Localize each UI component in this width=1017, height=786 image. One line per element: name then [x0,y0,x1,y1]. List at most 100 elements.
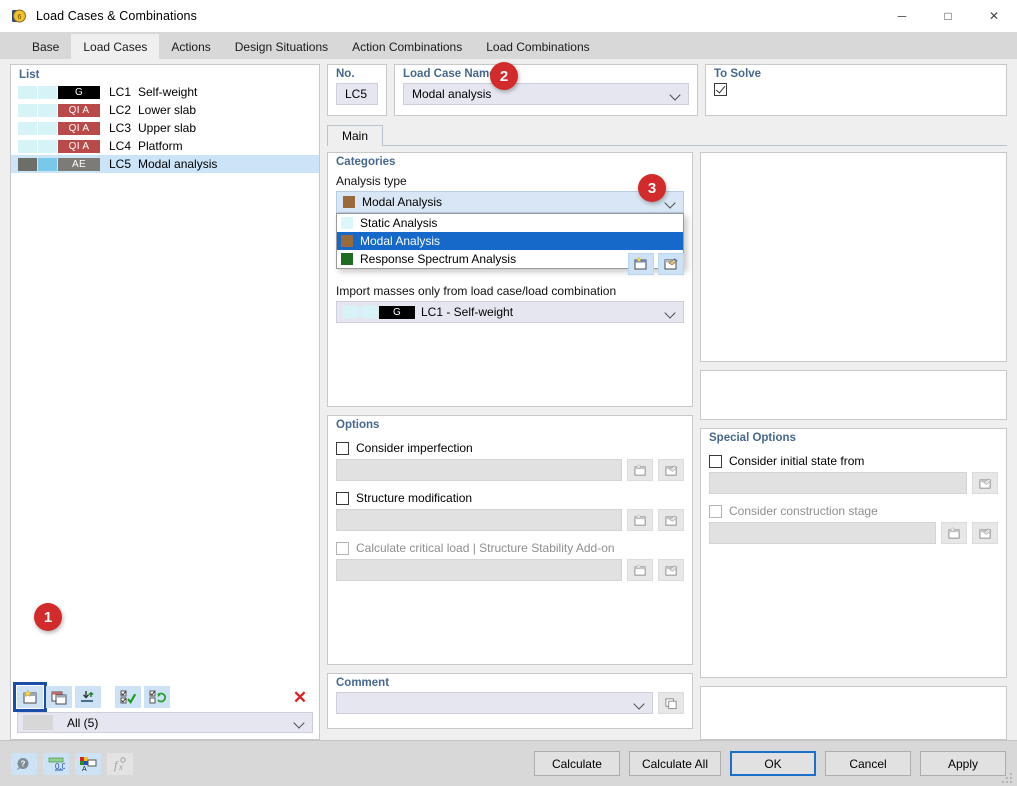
list-filter-combo[interactable]: All (5) [17,712,313,733]
import-swatch-1 [343,306,359,318]
row-action-badge: QI A [58,139,100,153]
row-swatch-2 [38,85,57,99]
edit-construction-stage-button[interactable] [972,522,998,544]
units-icon[interactable]: 0,00 [43,752,69,775]
consider-initial-state-field[interactable] [709,472,967,494]
formula-icon[interactable]: f x [107,752,133,775]
comment-input[interactable] [336,692,653,714]
new-stability-case-button[interactable] [627,559,653,581]
consider-imperfection-field[interactable] [336,459,622,481]
tab-action-combinations[interactable]: Action Combinations [340,35,475,59]
tab-design-situations[interactable]: Design Situations [222,35,341,59]
table-row-selected[interactable]: AE LC5 Modal analysis [11,155,319,173]
tab-load-cases[interactable]: Load Cases [71,34,160,59]
edit-structure-modification-button[interactable] [658,509,684,531]
tab-base[interactable]: Base [20,35,72,59]
structure-modification-label: Structure modification [356,491,473,505]
filter-label: All (5) [67,715,99,730]
window-title: Load Cases & Combinations [36,9,197,23]
table-row[interactable]: QI A LC3 Upper slab [11,119,319,137]
minimize-button[interactable]: ─ [879,0,925,32]
option-swatch [341,253,353,265]
consider-construction-stage-field[interactable] [709,522,936,544]
load-case-list[interactable]: G LC1 Self-weight QI A LC2 Lower slab QI… [11,83,319,682]
left-column: Categories Analysis type Modal Analysis [327,152,693,740]
structure-modification-row: Structure modification [336,491,684,505]
table-row[interactable]: G LC1 Self-weight [11,83,319,101]
new-modal-settings-button[interactable] [628,253,654,275]
consider-initial-state-checkbox[interactable] [709,454,722,468]
consider-initial-state-row: Consider initial state from [709,454,998,468]
structure-modification-checkbox[interactable] [336,491,349,505]
invert-selection-button[interactable] [144,686,170,708]
row-swatch-1 [18,157,37,171]
import-masses-combo[interactable]: G LC1 - Self-weight [336,301,684,323]
edit-initial-state-button[interactable] [972,472,998,494]
delete-load-case-button[interactable]: ✕ [287,686,313,708]
calculate-critical-load-label: Calculate critical load | Structure Stab… [356,541,615,555]
consider-construction-stage-input-row [709,522,998,544]
consider-imperfection-row: Consider imperfection [336,441,684,455]
help-icon[interactable]: ? [11,752,37,775]
ok-button[interactable]: OK [730,751,816,776]
structure-modification-field[interactable] [336,509,622,531]
edit-modal-settings-button[interactable] [658,253,684,275]
load-cases-dialog: 6 Load Cases & Combinations ─ □ ✕ Base L… [0,0,1017,786]
main-tab-strip: Base Load Cases Actions Design Situation… [0,32,1017,59]
table-row[interactable]: QI A LC4 Platform [11,137,319,155]
calculate-button[interactable]: Calculate [533,751,620,776]
import-load-case-button[interactable] [75,686,101,708]
resize-grip[interactable] [1002,771,1014,783]
to-solve-checkbox[interactable] [714,83,727,96]
svg-text:x: x [118,762,123,772]
new-load-case-button[interactable] [13,682,47,712]
new-structure-modification-button[interactable] [627,509,653,531]
apply-button[interactable]: Apply [920,751,1006,776]
new-construction-stage-button[interactable] [941,522,967,544]
tab-main[interactable]: Main [327,125,384,146]
edit-imperfection-button[interactable] [658,459,684,481]
callout-1: 1 [34,603,62,631]
structure-modification-input-row [336,509,684,531]
calculate-all-button[interactable]: Calculate All [628,751,721,776]
right-column: Special Options Consider initial state f… [700,152,1007,740]
table-row[interactable]: QI A LC2 Lower slab [11,101,319,119]
import-masses-value: LC1 - Self-weight [421,305,514,319]
tab-actions[interactable]: Actions [159,35,223,59]
copy-load-case-button[interactable] [46,686,72,708]
svg-text:A: A [82,766,87,772]
main-area: No. LC5 Load Case Name Modal analysis To… [327,64,1007,740]
dialog-body: List G LC1 Self-weight QI A LC2 Lower sl… [0,59,1017,740]
tab-load-combinations[interactable]: Load Combinations [474,35,602,59]
dropdown-option-static-analysis[interactable]: Static Analysis [337,214,683,232]
cancel-button[interactable]: Cancel [825,751,911,776]
preview-panel-bottom [700,686,1007,740]
row-swatch-1 [18,103,37,117]
row-name: Self-weight [138,85,198,99]
load-case-name-input[interactable]: Modal analysis [403,83,689,105]
comment-label: Comment [336,677,390,689]
dropdown-option-modal-analysis[interactable]: Modal Analysis [337,232,683,250]
footer-buttons: Calculate Calculate All OK Cancel Apply [533,751,1006,776]
comment-library-button[interactable] [658,692,684,714]
maximize-button[interactable]: □ [925,0,971,32]
import-masses-label: Import masses only from load case/load c… [336,284,617,298]
option-label: Response Spectrum Analysis [360,252,517,266]
number-label: No. [336,68,355,80]
consider-imperfection-checkbox[interactable] [336,441,349,455]
row-swatch-1 [18,139,37,153]
to-solve-group: To Solve [705,64,1007,116]
select-all-button[interactable] [115,686,141,708]
new-imperfection-button[interactable] [627,459,653,481]
analysis-type-swatch [343,196,355,208]
analysis-type-combo[interactable]: Modal Analysis [336,191,684,213]
colors-icon[interactable]: A [75,752,101,775]
consider-construction-stage-checkbox[interactable] [709,504,722,518]
edit-stability-case-button[interactable] [658,559,684,581]
svg-text:?: ? [21,759,26,768]
calculate-critical-load-checkbox[interactable] [336,541,349,555]
close-button[interactable]: ✕ [971,0,1017,32]
load-case-number-field[interactable]: LC5 [336,83,378,105]
calculate-critical-load-field[interactable] [336,559,622,581]
row-action-badge: AE [58,157,100,171]
